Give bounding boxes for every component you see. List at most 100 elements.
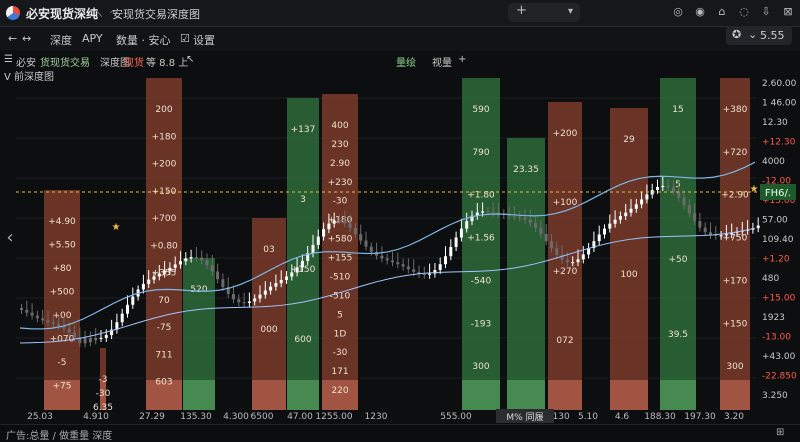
candle[interactable] [364, 240, 368, 247]
nav-apy[interactable]: APY [82, 32, 103, 45]
candle[interactable] [104, 335, 108, 338]
candle[interactable] [544, 233, 548, 242]
candle[interactable] [269, 286, 273, 291]
candle[interactable] [656, 186, 659, 191]
new-tab-button[interactable]: + ▾ [508, 3, 580, 22]
candle[interactable] [35, 315, 39, 319]
candle[interactable] [51, 322, 55, 324]
candle[interactable] [603, 228, 606, 235]
candle[interactable] [486, 211, 490, 213]
depth-bar[interactable] [287, 98, 319, 410]
candle[interactable] [200, 257, 204, 261]
candle[interactable] [131, 296, 135, 305]
candle[interactable] [581, 254, 585, 260]
candle[interactable] [539, 227, 543, 234]
candle[interactable] [512, 215, 516, 217]
candle[interactable] [290, 272, 294, 277]
candle[interactable] [184, 258, 188, 262]
candle[interactable] [348, 223, 352, 228]
depth-chart[interactable]: +4.90+5.50+80+500+00+070-5+75-3-306.3520… [0, 78, 800, 424]
candle[interactable] [332, 220, 336, 224]
candle[interactable] [311, 244, 315, 254]
nav-depth[interactable]: 深度 [50, 32, 72, 48]
candle[interactable] [438, 264, 442, 271]
candle[interactable] [343, 220, 347, 224]
expand-icon[interactable]: ⊞ [776, 427, 784, 438]
candle[interactable] [613, 219, 617, 224]
candle[interactable] [232, 293, 235, 300]
candle[interactable] [528, 219, 532, 223]
candle[interactable] [300, 260, 304, 268]
candle[interactable] [126, 304, 129, 314]
edit-icon[interactable]: ☑ [180, 32, 190, 45]
candle[interactable] [30, 312, 34, 316]
candle[interactable] [391, 260, 394, 263]
bell-icon[interactable]: ◎ [670, 4, 686, 20]
candle[interactable] [624, 212, 628, 217]
candle[interactable] [237, 299, 241, 303]
depth-bar[interactable] [660, 78, 696, 410]
candle[interactable] [57, 323, 61, 326]
candle[interactable] [88, 338, 92, 343]
depth-bar[interactable] [507, 138, 545, 410]
download-icon[interactable]: ⇩ [758, 4, 774, 20]
candle[interactable] [671, 187, 675, 192]
candle[interactable] [459, 228, 463, 238]
add-indicator-icon[interactable]: + [458, 54, 466, 65]
candle[interactable] [25, 309, 29, 313]
candle[interactable] [396, 262, 400, 265]
candle[interactable] [550, 241, 553, 249]
candle[interactable] [523, 217, 527, 220]
candle[interactable] [67, 328, 71, 333]
candle[interactable] [618, 216, 622, 220]
candle[interactable] [608, 223, 612, 229]
candle[interactable] [597, 234, 601, 242]
candle[interactable] [401, 264, 405, 267]
candle[interactable] [353, 227, 357, 235]
candle[interactable] [322, 229, 326, 237]
candle[interactable] [682, 197, 686, 206]
candle[interactable] [571, 262, 575, 264]
candle[interactable] [141, 283, 145, 290]
menu-icon[interactable]: ☰ [4, 54, 13, 65]
candle[interactable] [428, 273, 432, 275]
candle[interactable] [661, 185, 665, 187]
candle[interactable] [173, 264, 177, 268]
candle[interactable] [295, 267, 299, 273]
candle[interactable] [640, 199, 644, 205]
candle[interactable] [152, 276, 156, 280]
candle[interactable] [179, 261, 182, 265]
chat-icon[interactable]: ◌ [736, 4, 752, 20]
candle[interactable] [189, 257, 193, 259]
candle[interactable] [94, 338, 98, 341]
candle[interactable] [163, 270, 167, 274]
volume-tool[interactable]: 视量 [432, 54, 452, 69]
candle[interactable] [576, 259, 580, 263]
candle[interactable] [634, 204, 638, 209]
tab-spot[interactable]: 现货 [124, 54, 144, 69]
candle[interactable] [703, 227, 707, 233]
nav-count-setting[interactable]: 数量 · 安心 [116, 32, 171, 48]
candle[interactable] [412, 269, 416, 272]
candle[interactable] [279, 279, 283, 284]
depth-bar[interactable] [462, 78, 500, 410]
candle[interactable] [338, 220, 341, 222]
candle[interactable] [216, 271, 220, 280]
candle[interactable] [693, 213, 697, 222]
candle[interactable] [406, 266, 410, 270]
candle[interactable] [99, 337, 103, 339]
candle[interactable] [422, 274, 426, 276]
candle[interactable] [194, 257, 198, 259]
depth-bar[interactable] [720, 78, 750, 410]
tab-title[interactable]: 安现货交易深度图 [112, 6, 200, 22]
candle[interactable] [168, 267, 172, 271]
depth-bar[interactable] [548, 102, 582, 410]
bookmark-icon[interactable]: ⌂ [714, 4, 730, 20]
candle[interactable] [274, 283, 278, 287]
candle[interactable] [555, 248, 559, 255]
drawing-tool[interactable]: 量绘 [396, 54, 416, 69]
nav-settings[interactable]: 设置 [193, 32, 215, 48]
candle[interactable] [41, 318, 45, 321]
candle[interactable] [327, 223, 331, 230]
candle[interactable] [157, 273, 161, 277]
